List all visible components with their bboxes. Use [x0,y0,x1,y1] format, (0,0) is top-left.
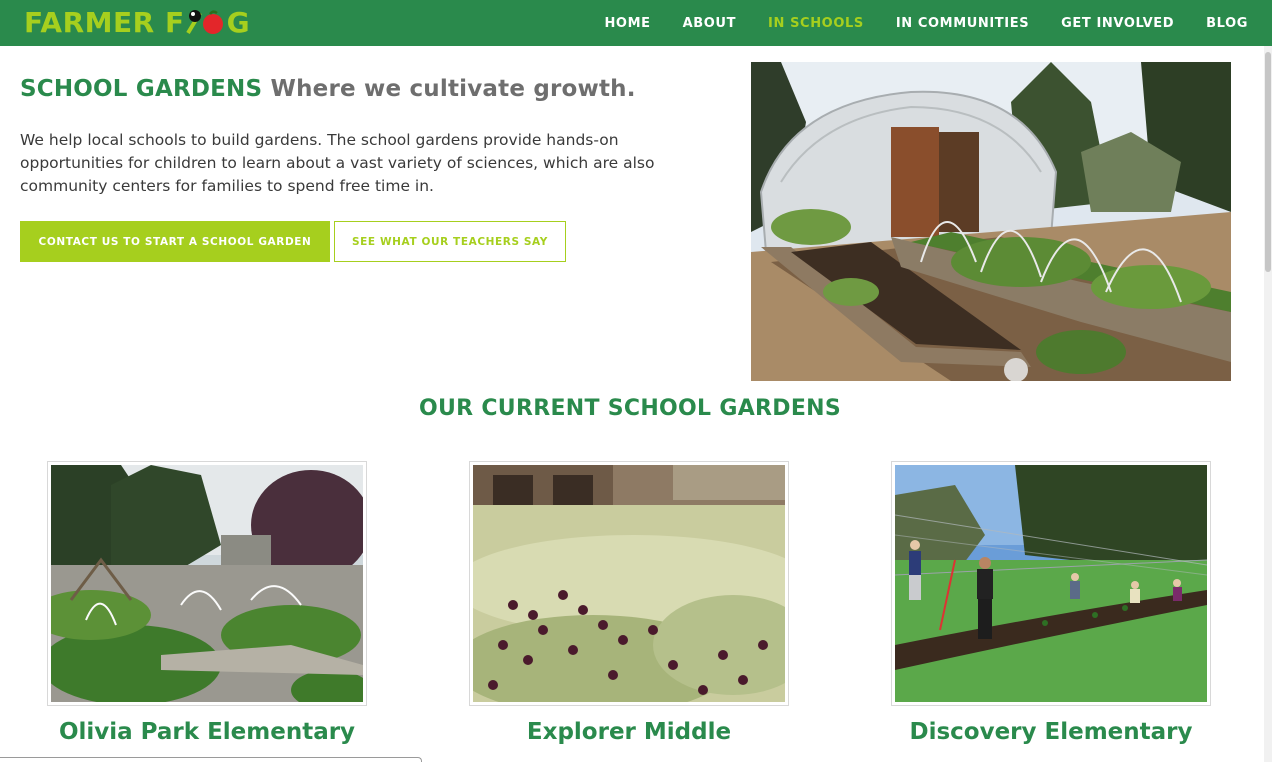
garden-name-olivia-park[interactable]: Olivia Park Elementary [0,719,417,745]
frog-logo-icon [185,10,223,35]
top-nav: FARMER F G HOME ABOUT IN SCHOOLS IN COMM… [0,0,1272,46]
nav-home[interactable]: HOME [604,16,650,31]
logo-text-frog: F G [164,5,251,39]
logo-text-farmer: FARMER [24,5,165,39]
nav-get-involved[interactable]: GET INVOLVED [1061,16,1174,31]
teachers-say-button[interactable]: SEE WHAT OUR TEACHERS SAY [334,221,566,262]
page-title-highlight: SCHOOL GARDENS [20,76,263,102]
scrollbar-thumb[interactable] [1265,52,1271,272]
nav-links: HOME ABOUT IN SCHOOLS IN COMMUNITIES GET… [604,0,1272,46]
garden-name-discovery-elementary[interactable]: Discovery Elementary [841,719,1261,745]
explorer-middle-garden-photo[interactable] [469,461,789,706]
olivia-park-garden-photo[interactable] [47,461,367,706]
garden-name-explorer-middle[interactable]: Explorer Middle [419,719,839,745]
nav-in-communities[interactable]: IN COMMUNITIES [896,16,1029,31]
nav-in-schools[interactable]: IN SCHOOLS [768,16,864,31]
page-scrollbar[interactable] [1264,46,1272,762]
greenhouse-garden-photo [751,62,1231,381]
page-title: SCHOOL GARDENS Where we cultivate growth… [20,76,636,102]
bottom-overlay-tab [0,757,422,762]
discovery-elementary-garden-photo[interactable] [891,461,1211,706]
page-title-tagline: Where we cultivate growth. [270,76,636,102]
nav-about[interactable]: ABOUT [683,16,736,31]
nav-blog[interactable]: BLOG [1206,16,1248,31]
hero-description: We help local schools to build gardens. … [20,131,655,195]
section-title: OUR CURRENT SCHOOL GARDENS [418,396,842,421]
contact-start-garden-button[interactable]: CONTACT US TO START A SCHOOL GARDEN [20,221,330,262]
farmer-frog-logo[interactable]: FARMER F G [24,4,250,40]
